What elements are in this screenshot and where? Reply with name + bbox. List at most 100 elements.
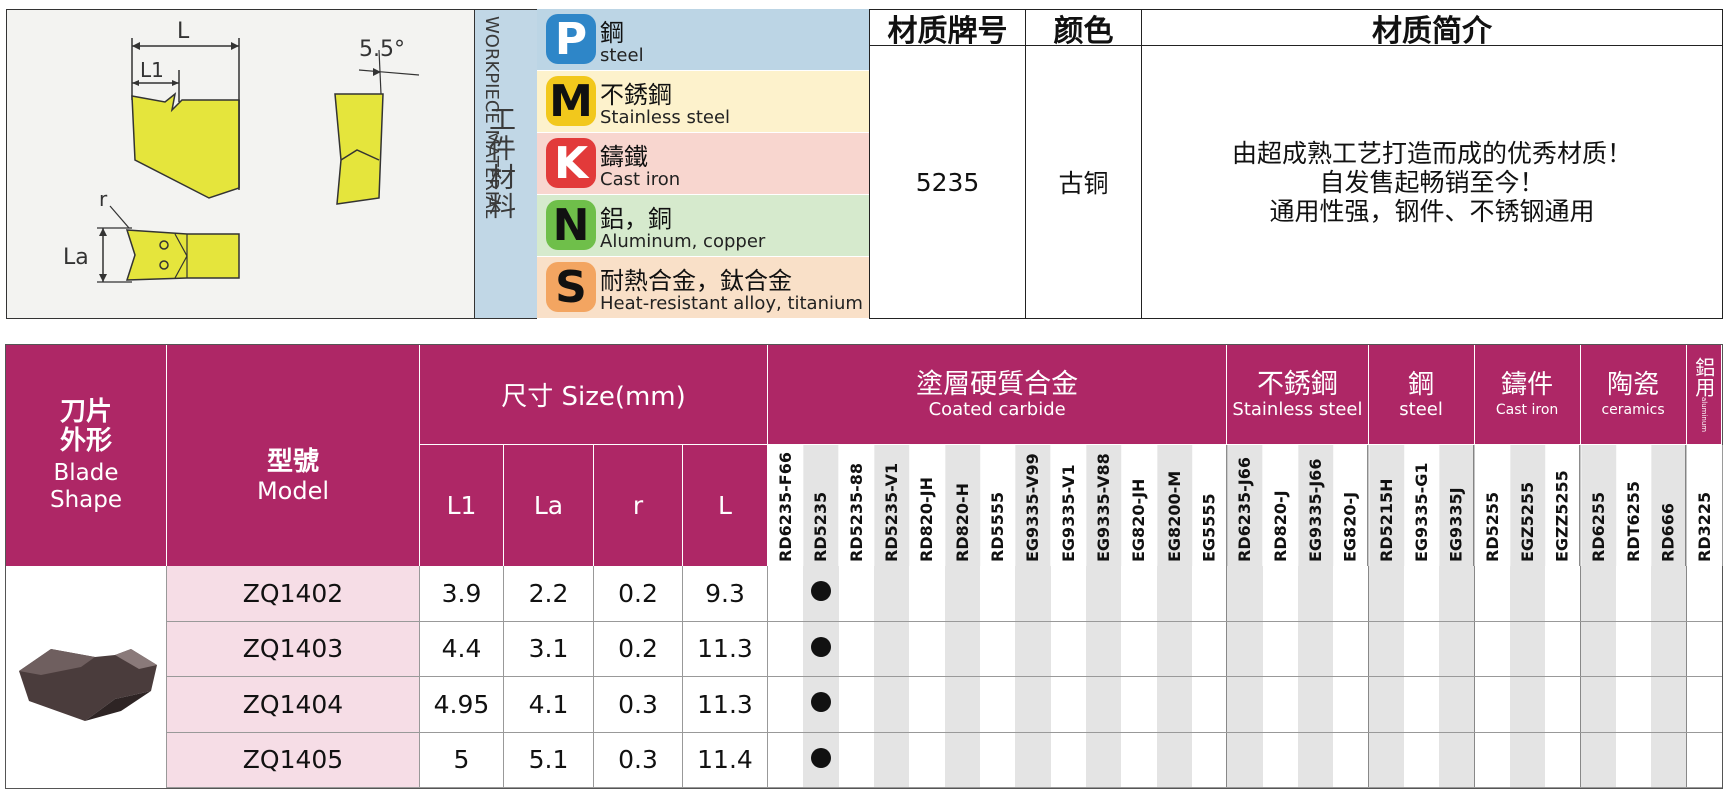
size-col-header: La [504, 445, 594, 566]
grade-group-en: ceramics [1601, 401, 1665, 418]
grade-group-zh: 陶瓷 [1607, 369, 1660, 400]
blade-shape-en1: Blade [53, 459, 119, 486]
grade-column [1403, 566, 1440, 788]
grade-code: RD5555 [979, 445, 1016, 566]
grade-group-header: 鑄件 Cast iron [1474, 345, 1581, 445]
material-name-en: Heat-resistant alloy, titanium [600, 293, 863, 314]
grade-code: EG820-J [1333, 445, 1369, 566]
material-letter: N [552, 199, 590, 251]
grade-code: EG9335-J66 [1297, 445, 1334, 566]
grade-column [1050, 566, 1086, 788]
grade-header: 材质牌号 [869, 9, 1026, 49]
size-cell: 3.1 [504, 621, 594, 677]
grade-code: EG820-JH [1121, 445, 1157, 566]
grade-group-header: 鋼 steel [1368, 345, 1475, 445]
intro-line: 由超成熟工艺打造而成的优秀材质！ [1231, 138, 1632, 168]
material-badge-icon: N [546, 199, 596, 251]
grade-code: EG8200-M [1156, 445, 1192, 566]
grade-column [944, 566, 980, 788]
grade-group-en: steel [1399, 398, 1443, 420]
intro-line: 通用性强，钢件、不锈钢通用 [1269, 196, 1595, 226]
grade-code: EG9335J [1439, 445, 1475, 566]
size-cell: 11.3 [683, 677, 768, 733]
grade-code: RD820-H [944, 445, 980, 566]
grade-group-header: 鋁用 aluminum [1686, 345, 1722, 445]
label-La: La [63, 245, 89, 270]
grade-group-zh: 塗層硬質合金 [916, 368, 1079, 400]
grade-code: RD5255 [1474, 445, 1510, 566]
blade-drawing: L L1 5.5° La r [63, 19, 420, 283]
grade-column [1686, 566, 1722, 788]
size-col-header: L1 [420, 445, 504, 566]
grade-column [1085, 566, 1122, 788]
size-cell: 5.1 [504, 732, 594, 788]
grade-column [1545, 566, 1581, 788]
label-L1: L1 [140, 58, 164, 82]
grade-column [1227, 566, 1263, 788]
grade-code: RD5215H [1368, 445, 1404, 566]
blade-shape-header: 刀片 外形 Blade Shape [6, 345, 167, 566]
grade-column [1156, 566, 1192, 788]
grade-column [1333, 566, 1369, 788]
grade-code: RDT6255 [1615, 445, 1652, 566]
blade-photo-icon [19, 649, 157, 721]
intro-line: 自发售起畅销至今！ [1319, 167, 1545, 197]
grade-group-header: 塗層硬質合金 Coated carbide [768, 345, 1228, 445]
availability-dot-icon [810, 747, 831, 768]
grade-code: RD5235-88 [838, 445, 874, 566]
material-row: M 不銹鋼 Stainless steel [537, 71, 869, 133]
label-angle: 5.5° [359, 37, 405, 62]
color-value: 古铜 [1025, 45, 1142, 319]
grade-column [1580, 566, 1616, 788]
blade-dimension-diagram: L L1 5.5° La r [6, 9, 475, 319]
grade-value: 5235 [869, 45, 1026, 319]
material-name-zh: 鋁，銅 [600, 205, 672, 233]
grade-group-zh: 鑄件 [1501, 369, 1554, 400]
material-name-en: Stainless steel [600, 107, 731, 128]
grade-code: RD6255 [1580, 445, 1616, 566]
grade-code: RD5235 [803, 445, 839, 566]
blade-shape-en2: Shape [49, 486, 123, 513]
grade-code: RD820-J [1262, 445, 1298, 566]
material-letter: S [555, 261, 587, 313]
model-header: 型號 Model [167, 345, 420, 566]
size-cell: 5 [420, 732, 504, 788]
row-divider [768, 676, 1722, 677]
label-L: L [177, 19, 190, 44]
grade-code: EGZZ5255 [1545, 445, 1581, 566]
size-col-header: L [683, 445, 768, 566]
grade-code: EG9335-V99 [1015, 445, 1051, 566]
material-name-en: steel [600, 45, 644, 66]
row-divider [768, 731, 1722, 733]
grade-code: EG9335-V88 [1085, 445, 1122, 566]
grade-code: EG5555 [1191, 445, 1228, 566]
model-header-zh: 型號 [266, 446, 319, 477]
model-cell: ZQ1403 [167, 621, 420, 677]
grade-group-header: 陶瓷 ceramics [1580, 345, 1687, 445]
size-cell: 11.4 [683, 732, 768, 788]
size-cell: 0.2 [594, 621, 683, 677]
size-cell: 3.9 [420, 566, 504, 622]
model-cell: ZQ1402 [167, 566, 420, 622]
row-divider [768, 620, 1722, 622]
grade-group-en: Cast iron [1495, 401, 1559, 418]
model-cell: ZQ1405 [167, 732, 420, 788]
grade-group-en: aluminum [1699, 396, 1708, 433]
grade-group-zh: 不銹鋼 [1256, 368, 1338, 400]
size-cell: 11.3 [683, 621, 768, 677]
blade-shape-zh2: 外形 [59, 425, 112, 456]
material-badge-icon: P [546, 14, 596, 65]
grade-group-en: Coated carbide [928, 398, 1066, 420]
material-badge-icon: S [546, 261, 596, 313]
material-row: S 耐熱合金，鈦合金 Heat-resistant alloy, titanium [537, 257, 869, 319]
availability-dot-icon [810, 636, 831, 657]
grade-code: RD820-JH [909, 445, 945, 566]
blade-shape-zh1: 刀片 [59, 396, 112, 427]
size-cell: 4.95 [420, 677, 504, 733]
blade-shape-cell [6, 566, 167, 788]
intro-header: 材质简介 [1141, 9, 1723, 49]
grade-code: EG9335-V1 [1050, 445, 1086, 566]
grade-group-zh: 鋼 [1408, 369, 1435, 400]
model-header-en: Model [256, 476, 330, 505]
material-letter: K [553, 137, 589, 189]
